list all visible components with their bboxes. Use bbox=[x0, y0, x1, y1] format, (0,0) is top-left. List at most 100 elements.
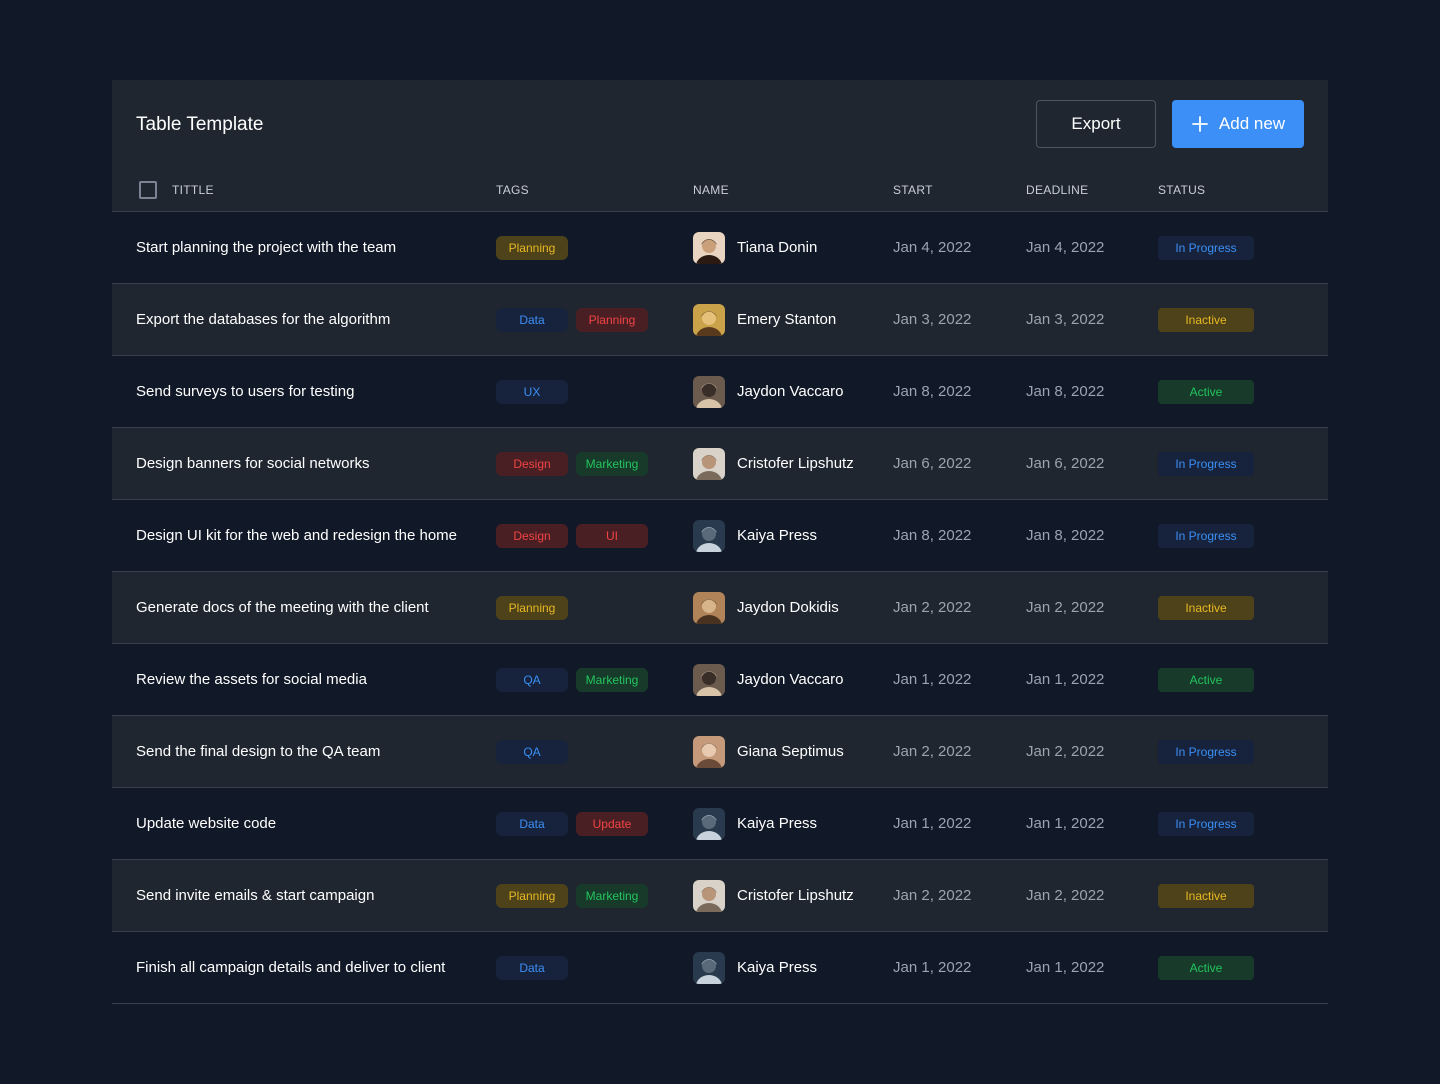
start-date: Jan 6, 2022 bbox=[893, 455, 972, 472]
tag-badge[interactable]: Marketing bbox=[576, 667, 648, 692]
tag-badge[interactable]: Data bbox=[496, 955, 568, 980]
start-date: Jan 2, 2022 bbox=[893, 599, 972, 616]
tag-badge[interactable]: Data bbox=[496, 307, 568, 332]
table-row[interactable]: Send the final design to the QA team QA … bbox=[112, 716, 1328, 788]
avatar bbox=[693, 303, 725, 336]
tag-badge[interactable]: Planning bbox=[496, 883, 568, 908]
tag-badge[interactable]: UX bbox=[496, 379, 568, 404]
row-assignee: Emery Stanton bbox=[693, 284, 857, 355]
column-header-name[interactable]: NAME bbox=[693, 183, 729, 197]
row-status: Inactive bbox=[1158, 284, 1254, 355]
row-assignee: Jaydon Vaccaro bbox=[693, 644, 857, 715]
tag-badge[interactable]: Marketing bbox=[576, 883, 648, 908]
row-title: Send the final design to the QA team bbox=[136, 742, 381, 760]
avatar bbox=[693, 375, 725, 408]
row-status: In Progress bbox=[1158, 212, 1254, 283]
table-row[interactable]: Send surveys to users for testing UX Jay… bbox=[112, 356, 1328, 428]
row-assignee: Kaiya Press bbox=[693, 932, 857, 1003]
plus-icon bbox=[1192, 116, 1208, 132]
assignee-name: Kaiya Press bbox=[737, 526, 818, 544]
column-header-status[interactable]: STATUS bbox=[1158, 183, 1205, 197]
table-row[interactable]: Send invite emails & start campaign Plan… bbox=[112, 860, 1328, 932]
column-header-deadline[interactable]: DEADLINE bbox=[1026, 183, 1088, 197]
page-title: Table Template bbox=[136, 114, 264, 135]
status-badge: In Progress bbox=[1158, 523, 1254, 548]
column-header-tags[interactable]: TAGS bbox=[496, 183, 529, 197]
row-title: Start planning the project with the team bbox=[136, 238, 397, 256]
row-title: Send invite emails & start campaign bbox=[136, 886, 375, 904]
row-assignee: Jaydon Vaccaro bbox=[693, 356, 857, 427]
row-tags: QA bbox=[496, 716, 568, 787]
row-title: Update website code bbox=[136, 814, 277, 832]
row-assignee: Cristofer Lipshutz bbox=[693, 860, 857, 931]
deadline-date: Jan 1, 2022 bbox=[1026, 671, 1105, 688]
status-badge: Active bbox=[1158, 955, 1254, 980]
column-header-title[interactable]: TITTLE bbox=[172, 183, 214, 197]
select-all-checkbox[interactable] bbox=[139, 181, 157, 199]
start-date: Jan 1, 2022 bbox=[893, 671, 972, 688]
deadline-date: Jan 2, 2022 bbox=[1026, 599, 1105, 616]
avatar bbox=[693, 519, 725, 552]
row-tags: Planning bbox=[496, 572, 568, 643]
avatar bbox=[693, 447, 725, 480]
row-status: Inactive bbox=[1158, 860, 1254, 931]
tag-badge[interactable]: Marketing bbox=[576, 451, 648, 476]
table-row[interactable]: Design banners for social networks Desig… bbox=[112, 428, 1328, 500]
tag-badge[interactable]: Data bbox=[496, 811, 568, 836]
row-status: In Progress bbox=[1158, 428, 1254, 499]
start-date: Jan 1, 2022 bbox=[893, 959, 972, 976]
tag-badge[interactable]: Design bbox=[496, 451, 568, 476]
status-badge: In Progress bbox=[1158, 235, 1254, 260]
avatar bbox=[693, 951, 725, 984]
add-new-label: Add new bbox=[1218, 114, 1286, 133]
avatar bbox=[693, 591, 725, 624]
table-head: TITTLE TAGS NAME START DEADLINE STATUS bbox=[112, 168, 1328, 212]
row-tags: UX bbox=[496, 356, 568, 427]
row-assignee: Kaiya Press bbox=[693, 500, 857, 571]
table-row[interactable]: Update website code Data Update Kaiya Pre… bbox=[112, 788, 1328, 860]
row-title: Send surveys to users for testing bbox=[136, 382, 355, 400]
table-header-bar: Table Template Export Add new bbox=[112, 80, 1328, 168]
deadline-date: Jan 2, 2022 bbox=[1026, 743, 1105, 760]
tag-badge[interactable]: Planning bbox=[576, 307, 648, 332]
avatar bbox=[693, 735, 725, 768]
tag-badge[interactable]: QA bbox=[496, 739, 568, 764]
deadline-date: Jan 1, 2022 bbox=[1026, 815, 1105, 832]
table-row[interactable]: Review the assets for social media QA Mar… bbox=[112, 644, 1328, 716]
row-tags: Planning Marketing bbox=[496, 860, 648, 931]
tag-badge[interactable]: QA bbox=[496, 667, 568, 692]
assignee-name: Emery Stanton bbox=[737, 310, 837, 328]
row-assignee: Cristofer Lipshutz bbox=[693, 428, 857, 499]
avatar bbox=[693, 879, 725, 912]
avatar bbox=[693, 663, 725, 696]
status-badge: Inactive bbox=[1158, 883, 1254, 908]
deadline-date: Jan 6, 2022 bbox=[1026, 455, 1105, 472]
table-row[interactable]: Export the databases for the algorithm D… bbox=[112, 284, 1328, 356]
start-date: Jan 8, 2022 bbox=[893, 527, 972, 544]
start-date: Jan 4, 2022 bbox=[893, 239, 972, 256]
table-row[interactable]: Finish all campaign details and deliver … bbox=[112, 932, 1328, 1004]
row-title: Generate docs of the meeting with the cl… bbox=[136, 598, 429, 616]
deadline-date: Jan 2, 2022 bbox=[1026, 887, 1105, 904]
tag-badge[interactable]: Design bbox=[496, 523, 568, 548]
row-status: In Progress bbox=[1158, 788, 1254, 859]
row-tags: Design Marketing bbox=[496, 428, 648, 499]
row-tags: Planning bbox=[496, 212, 568, 283]
start-date: Jan 1, 2022 bbox=[893, 815, 972, 832]
tag-badge[interactable]: UI bbox=[576, 523, 648, 548]
row-status: In Progress bbox=[1158, 500, 1254, 571]
tag-badge[interactable]: Update bbox=[576, 811, 648, 836]
assignee-name: Jaydon Vaccaro bbox=[737, 382, 844, 400]
tag-badge[interactable]: Planning bbox=[496, 235, 568, 260]
row-tags: Data Update bbox=[496, 788, 648, 859]
table-row[interactable]: Design UI kit for the web and redesign t… bbox=[112, 500, 1328, 572]
deadline-date: Jan 3, 2022 bbox=[1026, 311, 1105, 328]
table-row[interactable]: Start planning the project with the team… bbox=[112, 212, 1328, 284]
row-status: Active bbox=[1158, 932, 1254, 1003]
column-header-start[interactable]: START bbox=[893, 183, 933, 197]
tag-badge[interactable]: Planning bbox=[496, 595, 568, 620]
export-button[interactable]: Export bbox=[1036, 100, 1156, 148]
row-title: Review the assets for social media bbox=[136, 670, 367, 688]
table-row[interactable]: Generate docs of the meeting with the cl… bbox=[112, 572, 1328, 644]
add-new-button[interactable]: Add new bbox=[1172, 100, 1304, 148]
